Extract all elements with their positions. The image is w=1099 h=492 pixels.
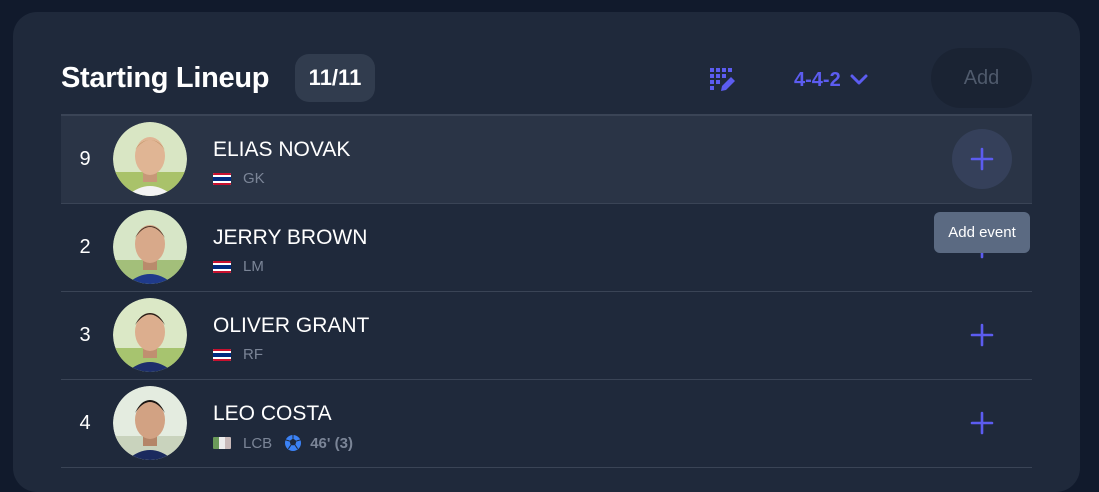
goal-event: 46' (3)	[284, 434, 353, 452]
player-position: LM	[243, 258, 264, 275]
player-count-badge: 11/11	[295, 54, 375, 102]
add-event-tooltip: Add event	[934, 212, 1030, 253]
flag-icon	[213, 437, 231, 449]
player-list: 9 ELIAS NOVAK GK 2 JERRY BROWN LM 3 OLIV…	[61, 114, 1032, 468]
player-avatar	[113, 386, 187, 460]
player-number: 3	[79, 324, 91, 346]
player-number: 4	[79, 412, 91, 434]
flag-icon	[213, 260, 231, 273]
lineup-header: Starting Lineup 11/11 4-4-2 Add	[61, 48, 1032, 114]
page-title: Starting Lineup	[61, 62, 270, 94]
player-avatar	[113, 298, 187, 372]
player-number: 9	[79, 148, 91, 170]
player-meta: GK	[213, 170, 265, 187]
player-row[interactable]: 3 OLIVER GRANT RF	[61, 292, 1032, 380]
add-event-button[interactable]	[952, 129, 1012, 189]
lineup-card: Starting Lineup 11/11 4-4-2 Add 9 ELIAS …	[13, 12, 1080, 492]
add-button[interactable]: Add	[931, 48, 1032, 108]
player-row[interactable]: 9 ELIAS NOVAK GK	[61, 114, 1032, 204]
plus-icon	[970, 411, 994, 435]
plus-icon	[970, 147, 994, 171]
formation-dropdown[interactable]: 4-4-2	[794, 66, 869, 94]
player-avatar	[113, 122, 187, 196]
add-event-button[interactable]	[952, 393, 1012, 453]
soccer-ball-icon	[285, 435, 302, 451]
plus-icon	[970, 323, 994, 347]
player-name: OLIVER GRANT	[213, 314, 370, 337]
player-number: 2	[79, 236, 91, 258]
formation-value: 4-4-2	[794, 68, 841, 91]
player-row[interactable]: 2 JERRY BROWN LM	[61, 204, 1032, 292]
formation-edit-icon[interactable]	[708, 66, 736, 94]
chevron-down-icon	[850, 74, 868, 85]
player-position: GK	[243, 170, 265, 187]
player-meta: LCB 46' (3)	[213, 434, 353, 452]
add-event-button[interactable]	[952, 305, 1012, 365]
player-name: JERRY BROWN	[213, 226, 368, 249]
player-avatar	[113, 210, 187, 284]
goal-time: 46' (3)	[310, 434, 353, 452]
player-meta: LM	[213, 258, 264, 275]
player-meta: RF	[213, 346, 263, 363]
player-row[interactable]: 4 LEO COSTA LCB 46' (3)	[61, 380, 1032, 468]
flag-icon	[213, 348, 231, 361]
player-position: RF	[243, 346, 263, 363]
player-name: ELIAS NOVAK	[213, 138, 351, 161]
player-name: LEO COSTA	[213, 402, 332, 425]
player-position: LCB	[243, 434, 273, 452]
flag-icon	[213, 172, 231, 185]
